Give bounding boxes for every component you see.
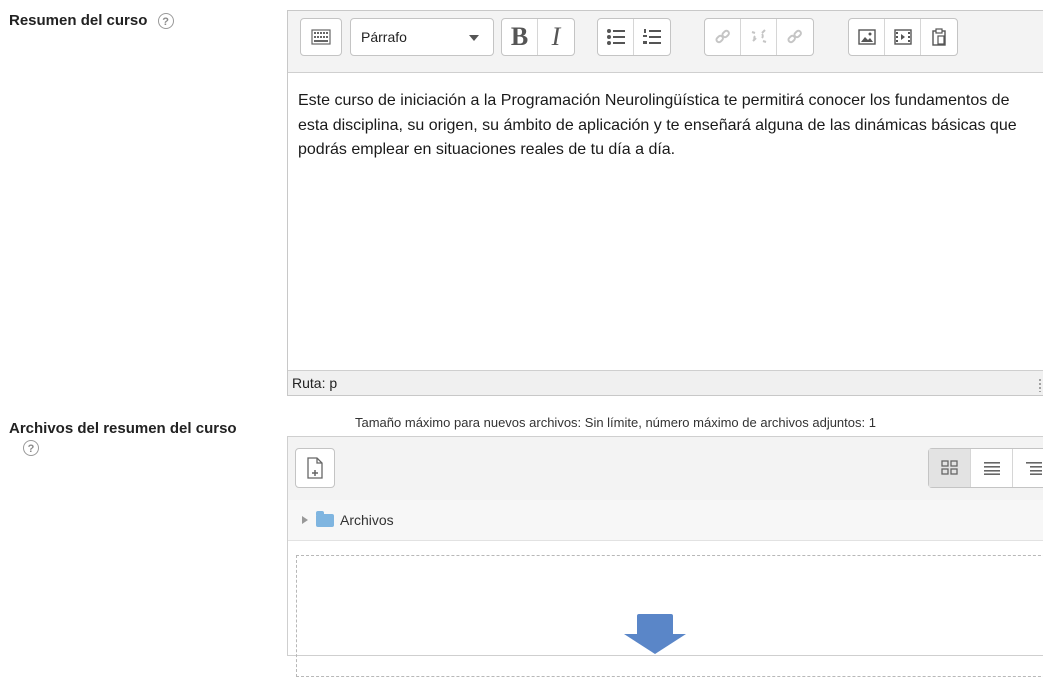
- toolbar-toggle-button[interactable]: [300, 18, 342, 56]
- resize-grip-icon[interactable]: [1038, 378, 1043, 392]
- link-group: [704, 18, 814, 56]
- media-group: [848, 18, 958, 56]
- view-tree-button[interactable]: [1013, 449, 1043, 487]
- clipboard-icon: [932, 28, 946, 46]
- italic-icon: I: [551, 22, 561, 51]
- view-icons-button[interactable]: [929, 449, 971, 487]
- unlink-button[interactable]: [741, 19, 777, 55]
- files-label-text: Archivos del resumen del curso: [9, 420, 237, 437]
- help-icon[interactable]: ?: [157, 13, 174, 30]
- expand-triangle-icon[interactable]: [302, 516, 308, 524]
- bullet-list-icon: [606, 29, 625, 45]
- format-select[interactable]: Párrafo: [350, 18, 494, 56]
- upload-arrow-head: [624, 634, 686, 654]
- editor-toolbar: Párrafo B I: [288, 11, 1043, 73]
- add-file-button[interactable]: [295, 448, 335, 488]
- summary-label-text: Resumen del curso: [9, 12, 148, 29]
- italic-button[interactable]: I: [538, 19, 574, 55]
- anchor-icon: [787, 29, 802, 44]
- view-details-button[interactable]: [971, 449, 1013, 487]
- film-icon: [893, 29, 912, 45]
- numbered-list-icon: [643, 29, 661, 44]
- link-button[interactable]: [705, 19, 741, 55]
- image-icon: [857, 29, 876, 45]
- link-icon: [715, 29, 730, 44]
- grid-icon: [940, 460, 958, 475]
- numbered-list-button[interactable]: [634, 19, 670, 55]
- summary-label: Resumen del curso ?: [9, 12, 174, 30]
- bold-icon: B: [510, 22, 529, 51]
- text-style-group: B I: [501, 18, 575, 56]
- paste-word-button[interactable]: [921, 19, 957, 55]
- list-icon: [983, 462, 1000, 475]
- bullet-list-button[interactable]: [598, 19, 634, 55]
- folder-label[interactable]: Archivos: [340, 512, 394, 528]
- editor-content[interactable]: Este curso de iniciación a la Programaci…: [298, 89, 1036, 163]
- folder-icon: [316, 510, 334, 527]
- add-file-icon: [307, 457, 323, 479]
- file-dropzone[interactable]: [296, 555, 1043, 677]
- anchor-button[interactable]: [777, 19, 813, 55]
- chevron-down-icon: [469, 35, 479, 41]
- file-manager: Archivos: [287, 436, 1043, 677]
- tree-icon: [1025, 462, 1042, 475]
- help-icon[interactable]: ?: [23, 440, 39, 457]
- file-manager-toolbar: [288, 437, 1043, 501]
- summary-editor: Párrafo B I Este curso de iniciación a l…: [287, 10, 1043, 396]
- files-label: Archivos del resumen del curso ?: [9, 420, 269, 457]
- insert-image-button[interactable]: [849, 19, 885, 55]
- bold-button[interactable]: B: [502, 19, 538, 55]
- editor-statusbar: Ruta: p: [288, 370, 1043, 395]
- upload-arrow-icon: [637, 614, 673, 634]
- list-group: [597, 18, 671, 56]
- file-path-bar: Archivos: [288, 500, 1043, 541]
- max-file-info: Tamaño máximo para nuevos archivos: Sin …: [355, 415, 876, 430]
- insert-media-button[interactable]: [885, 19, 921, 55]
- view-mode-group: [928, 448, 1043, 488]
- format-select-value: Párrafo: [361, 29, 407, 45]
- unlink-icon: [751, 29, 766, 43]
- toolbar-toggle-icon: [311, 29, 331, 45]
- element-path: Ruta: p: [292, 375, 338, 391]
